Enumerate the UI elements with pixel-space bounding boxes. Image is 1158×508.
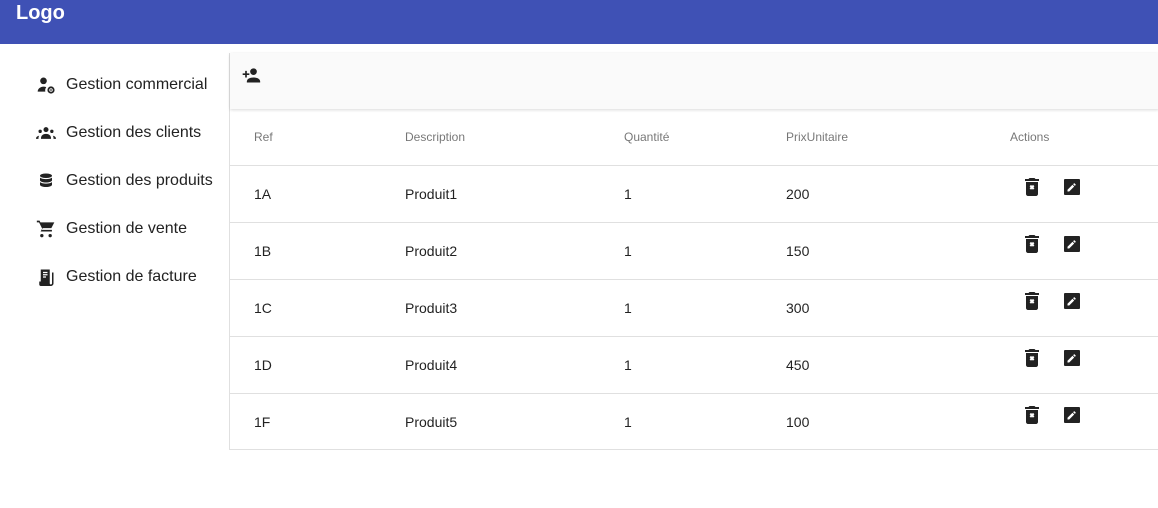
sidebar-item-gestion-commercial[interactable]: Gestion commercial: [0, 61, 229, 109]
table-toolbar: [230, 53, 1158, 109]
delete-forever-icon[interactable]: [1022, 348, 1042, 368]
table-header-row: Ref Description Quantité PrixUnitaire Ac…: [230, 109, 1158, 166]
delete-forever-icon[interactable]: [1022, 177, 1042, 197]
cell-description: Produit4: [405, 336, 624, 394]
cell-prixunitaire: 200: [786, 165, 1010, 223]
column-header-ref[interactable]: Ref: [230, 109, 405, 166]
cell-actions: [1010, 165, 1158, 223]
top-app-bar: Logo: [0, 0, 1158, 44]
sidebar-item-label: Gestion de vente: [66, 220, 187, 237]
edit-icon[interactable]: [1062, 177, 1082, 197]
delete-forever-icon[interactable]: [1022, 291, 1042, 311]
cell-prixunitaire: 100: [786, 414, 810, 430]
table-row: 1B Produit2 1 150: [230, 222, 1158, 280]
cell-actions: [1010, 394, 1158, 451]
sidebar: Gestion commercial Gestion des clients G…: [0, 61, 229, 301]
cell-quantite: 1: [624, 222, 786, 280]
delete-forever-icon[interactable]: [1022, 405, 1042, 425]
column-header-description[interactable]: Description: [405, 109, 624, 166]
column-header-actions: Actions: [1010, 109, 1158, 166]
cell-description: Produit5: [405, 414, 458, 430]
cell-ref: 1F: [254, 414, 271, 430]
table-row: 1D Produit4 1 450: [230, 336, 1158, 394]
cell-ref: 1D: [230, 336, 405, 394]
cell-actions: [1010, 222, 1158, 280]
products-table: Ref Description Quantité PrixUnitaire Ac…: [230, 109, 1158, 450]
database-icon: [36, 171, 56, 191]
cell-prixunitaire: 450: [786, 336, 1010, 394]
cell-ref: 1B: [230, 222, 405, 280]
cell-prixunitaire: 300: [786, 279, 1010, 337]
edit-icon[interactable]: [1062, 291, 1082, 311]
person-add-icon[interactable]: [238, 63, 264, 87]
shopping-cart-icon: [36, 219, 56, 239]
table-row: 1C Produit3 1 300: [230, 279, 1158, 337]
receipt-icon: [36, 267, 56, 287]
sidebar-item-gestion-des-clients[interactable]: Gestion des clients: [0, 109, 229, 157]
table-row: 1A Produit1 1 200: [230, 165, 1158, 223]
sidebar-item-label: Gestion des produits: [66, 172, 213, 189]
cell-prixunitaire: 150: [786, 222, 1010, 280]
sidebar-item-label: Gestion des clients: [66, 124, 202, 141]
cell-description: Produit2: [405, 222, 624, 280]
sidebar-item-gestion-de-vente[interactable]: Gestion de vente: [0, 205, 229, 253]
cell-quantite: 1: [624, 336, 786, 394]
cell-actions: [1010, 279, 1158, 337]
delete-forever-icon[interactable]: [1022, 234, 1042, 254]
cell-ref: 1C: [230, 279, 405, 337]
products-panel: Ref Description Quantité PrixUnitaire Ac…: [229, 53, 1158, 450]
cell-quantite: 1: [624, 414, 632, 430]
column-header-prixunitaire[interactable]: PrixUnitaire: [786, 109, 1010, 166]
edit-icon[interactable]: [1062, 405, 1082, 425]
table-row: 1F Produit5 1 100: [230, 394, 1158, 451]
sidebar-item-gestion-des-produits[interactable]: Gestion des produits: [0, 157, 229, 205]
cell-description: Produit3: [405, 279, 624, 337]
sidebar-item-label: Gestion de facture: [66, 268, 197, 285]
logo: Logo: [16, 2, 65, 24]
sidebar-item-gestion-de-facture[interactable]: Gestion de facture: [0, 253, 229, 301]
cell-actions: [1010, 336, 1158, 394]
column-header-quantite[interactable]: Quantité: [624, 109, 786, 166]
cell-quantite: 1: [624, 165, 786, 223]
cell-ref: 1A: [230, 165, 405, 223]
edit-icon[interactable]: [1062, 234, 1082, 254]
manage-accounts-icon: [36, 75, 56, 95]
edit-icon[interactable]: [1062, 348, 1082, 368]
sidebar-item-label: Gestion commercial: [66, 76, 208, 93]
cell-description: Produit1: [405, 165, 624, 223]
cell-quantite: 1: [624, 279, 786, 337]
groups-icon: [36, 123, 56, 143]
